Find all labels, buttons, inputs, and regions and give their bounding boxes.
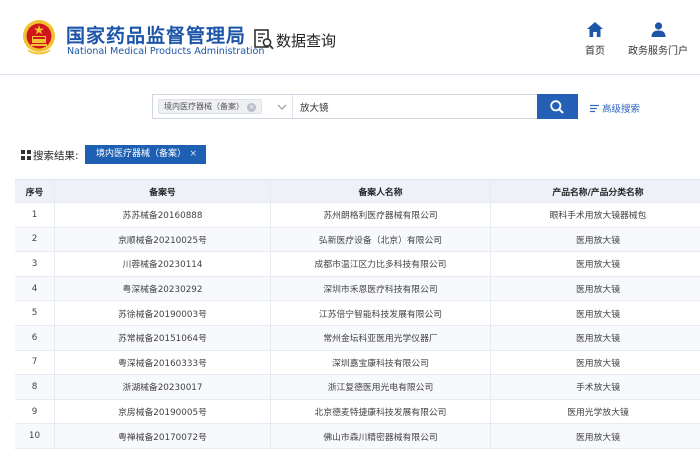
table-row[interactable]: 8 浙湖械备20230017 浙江复德医用光电有限公司 手术放大镜 — [15, 375, 700, 400]
cell-registrant-name: 弘新医疗设备（北京）有限公司 — [271, 227, 491, 252]
active-filter-chip[interactable]: 境内医疗器械（备案） × — [85, 145, 206, 164]
cell-product-name: 医用光学放大镜 — [567, 408, 629, 419]
table-row[interactable]: 3 川蓉械备20230114 成都市温江区力比多科技有限公司 医用放大镜 — [15, 252, 700, 277]
search-category-label: 境内医疗器械（备案） — [164, 102, 244, 111]
cell-index: 5 — [15, 301, 55, 325]
page-title: 数据查询 — [276, 32, 337, 50]
nav-gov-portal-label: 政务服务门户 — [628, 46, 688, 57]
table-row[interactable]: 10 粤禅械备20170072号 佛山市森川精密器械有限公司 医用放大镜 — [15, 424, 700, 449]
cell-record-number[interactable]: 苏常械备20151064号 — [55, 325, 271, 350]
cell-index: 6 — [15, 325, 55, 350]
table-row[interactable]: 2 京顺械备20210025号 弘新医疗设备（北京）有限公司 医用放大镜 — [15, 227, 700, 253]
cell-index: 1 — [15, 203, 55, 227]
search-category-tag[interactable]: 境内医疗器械（备案） × — [158, 99, 262, 114]
cell-product-name: 手术放大镜 — [576, 383, 620, 394]
cell-registrant-name: 浙江复德医用光电有限公司 — [271, 375, 491, 399]
results-table: 序号 备案号 备案人名称 产品名称/产品分类名称 1 苏苏械备20160888 苏州… — [15, 179, 700, 449]
table-row[interactable]: 9 京房械备20190005号 北京德麦特捷康科技发展有限公司 医用光学放大镜 — [15, 399, 700, 425]
table-header-row: 序号 备案号 备案人名称 产品名称/产品分类名称 — [15, 180, 700, 203]
grid-icon — [21, 150, 31, 160]
cell-index: 7 — [15, 350, 55, 375]
cell-index: 8 — [15, 375, 55, 399]
brand-name-en[interactable]: National Medical Products Administration — [67, 46, 265, 57]
cell-registrant-name: 深圳嘉宝康科技有限公司 — [271, 350, 491, 375]
cell-registrant-name: 深圳市禾恩医疗科技有限公司 — [271, 276, 491, 301]
cell-registrant-name: 常州金坛科亚医用光学仪器厂 — [271, 325, 491, 350]
data-query-icon — [254, 29, 274, 50]
search-input[interactable] — [300, 96, 530, 117]
table-row[interactable]: 4 粤深械备20230292 深圳市禾恩医疗科技有限公司 医用放大镜 — [15, 276, 700, 302]
column-header[interactable]: 序号 — [15, 180, 55, 202]
cell-registrant-name: 北京德麦特捷康科技发展有限公司 — [271, 399, 491, 424]
search-button[interactable] — [537, 94, 578, 119]
cell-record-number[interactable]: 京房械备20190005号 — [55, 399, 271, 424]
cell-registrant-name: 苏州朗格利医疗器械有限公司 — [271, 203, 491, 227]
cell-product-name: 医用放大镜 — [576, 285, 620, 296]
home-icon — [587, 22, 603, 37]
cell-record-number[interactable]: 粤深械备20230292 — [55, 276, 271, 301]
cell-index: 3 — [15, 252, 55, 276]
cell-product-name: 医用放大镜 — [576, 309, 620, 320]
search-divider — [292, 95, 293, 118]
cell-product-name: 医用放大镜 — [576, 432, 620, 443]
results-label: 搜索结果: — [21, 148, 79, 163]
cell-registrant-name: 江苏倍宁智能科技发展有限公司 — [271, 301, 491, 325]
cell-record-number[interactable]: 苏徐械备20190003号 — [55, 301, 271, 325]
nav-gov-portal[interactable]: 政务服务门户 — [618, 22, 698, 57]
search-bar: 境内医疗器械（备案） × — [152, 94, 578, 119]
header-divider — [0, 74, 700, 75]
site-header: 国家药品监督管理局 National Medical Products Admi… — [0, 0, 700, 74]
cell-product-name: 医用放大镜 — [576, 334, 620, 345]
cell-registrant-name: 佛山市森川精密器械有限公司 — [271, 424, 491, 448]
cell-record-number[interactable]: 粤禅械备20170072号 — [55, 424, 271, 448]
remove-filter-icon[interactable]: × — [189, 145, 197, 164]
table-row[interactable]: 7 粤深械备20160333号 深圳嘉宝康科技有限公司 医用放大镜 — [15, 350, 700, 376]
table-row[interactable]: 1 苏苏械备20160888 苏州朗格利医疗器械有限公司 眼科手术用放大镜器械包 — [15, 203, 700, 228]
search-icon — [550, 100, 564, 114]
user-icon — [651, 22, 665, 37]
cell-index: 4 — [15, 276, 55, 301]
cell-index: 2 — [15, 227, 55, 252]
advanced-search-link[interactable]: 高级搜索 — [590, 101, 640, 115]
cell-record-number[interactable]: 京顺械备20210025号 — [55, 227, 271, 252]
cell-record-number[interactable]: 粤深械备20160333号 — [55, 350, 271, 375]
active-filter-label: 境内医疗器械（备案） — [96, 149, 187, 159]
cell-record-number[interactable]: 浙湖械备20230017 — [55, 375, 271, 399]
cell-record-number[interactable]: 川蓉械备20230114 — [55, 252, 271, 276]
cell-index: 9 — [15, 399, 55, 424]
results-label-text: 搜索结果: — [33, 150, 79, 162]
table-row[interactable]: 5 苏徐械备20190003号 江苏倍宁智能科技发展有限公司 医用放大镜 — [15, 301, 700, 326]
cell-registrant-name: 成都市温江区力比多科技有限公司 — [271, 252, 491, 276]
cell-index: 10 — [15, 424, 55, 448]
cell-product-name: 医用放大镜 — [576, 235, 620, 246]
column-header[interactable]: 备案号 — [55, 180, 271, 202]
column-header[interactable]: 备案人名称 — [271, 180, 491, 202]
cell-product-name: 医用放大镜 — [576, 260, 620, 271]
cell-product-name: 医用放大镜 — [576, 358, 620, 369]
chevron-down-icon[interactable] — [277, 102, 287, 112]
table-row[interactable]: 6 苏常械备20151064号 常州金坛科亚医用光学仪器厂 医用放大镜 — [15, 325, 700, 351]
filter-lines-icon — [590, 104, 599, 113]
national-emblem-icon — [23, 20, 55, 55]
clear-category-icon[interactable]: × — [247, 103, 256, 112]
cell-product-name: 眼科手术用放大镜器械包 — [549, 211, 647, 222]
advanced-search-label: 高级搜索 — [602, 104, 641, 115]
brand-name-cn[interactable]: 国家药品监督管理局 — [66, 21, 246, 48]
column-header[interactable]: 产品名称/产品分类名称 — [491, 180, 700, 202]
cell-record-number[interactable]: 苏苏械备20160888 — [55, 203, 271, 227]
